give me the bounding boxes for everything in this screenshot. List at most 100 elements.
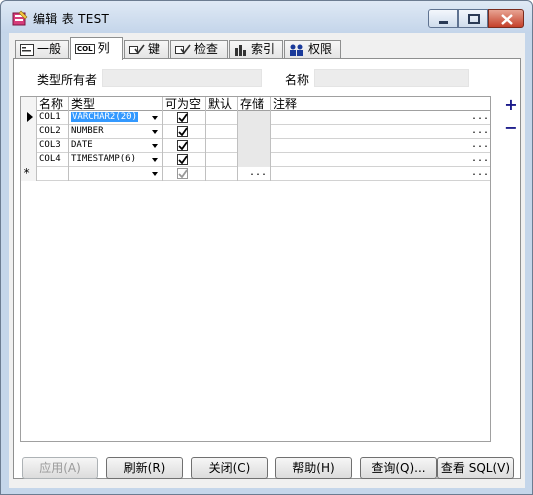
tab-general[interactable]: 一般 — [15, 40, 69, 59]
checkmark-icon — [178, 113, 188, 123]
table-row[interactable]: COL2 NUMBER ... — [21, 125, 490, 139]
type-text: NUMBER — [71, 126, 104, 136]
privileges-icon — [290, 44, 303, 56]
editor-window: 编辑 表 TEST 一般 COL 列 键 检查 索引 权限 类型所有者 名称 名… — [0, 0, 533, 495]
help-button[interactable]: 帮助(H) — [275, 457, 352, 479]
query-button[interactable]: 查询(Q)... — [360, 457, 437, 479]
tab-columns[interactable]: COL 列 — [70, 37, 123, 60]
table-row[interactable]: COL1 VARCHAR2(20) ... — [21, 111, 490, 125]
view-sql-button[interactable]: 查看 SQL(V) — [437, 457, 514, 479]
arrow-right-icon — [27, 112, 33, 122]
dropdown-arrow-icon[interactable] — [152, 144, 158, 148]
cell-comment[interactable]: ... — [271, 153, 490, 167]
maximize-icon — [468, 14, 480, 24]
comment-edit-button[interactable]: ... — [471, 167, 489, 179]
cell-default[interactable] — [206, 125, 238, 139]
apply-button[interactable]: 应用(A) — [22, 457, 98, 479]
new-table-row[interactable]: * ... ... — [21, 167, 490, 181]
cell-nullable[interactable] — [163, 167, 206, 181]
cell-name[interactable]: COL1 — [37, 111, 69, 125]
comment-edit-button[interactable]: ... — [471, 111, 489, 123]
checkmark-icon — [178, 141, 188, 151]
selected-type-text: VARCHAR2(20) — [71, 112, 139, 122]
storage-edit-button[interactable]: ... — [249, 167, 267, 179]
cell-comment[interactable]: ... — [271, 139, 490, 153]
type-text: DATE — [71, 140, 93, 150]
row-header — [21, 139, 37, 153]
comment-edit-button[interactable]: ... — [471, 153, 489, 165]
header-name[interactable]: 名称 — [37, 97, 69, 111]
name-label: 名称 — [285, 73, 310, 87]
add-column-button[interactable]: + — [504, 97, 518, 113]
cell-storage[interactable]: ... — [238, 167, 271, 181]
owner-field[interactable] — [102, 69, 262, 87]
row-header — [21, 125, 37, 139]
columns-grid[interactable]: 名称 类型 可为空 默认 存储 注释 COL1 VARCHAR2(20) ...… — [20, 96, 491, 442]
nullable-checkbox[interactable] — [177, 154, 188, 165]
cell-default[interactable] — [206, 139, 238, 153]
header-nullable[interactable]: 可为空 — [163, 97, 206, 111]
close-window-button[interactable] — [488, 9, 524, 28]
table-row[interactable]: COL4 TIMESTAMP(6) ... — [21, 153, 490, 167]
dropdown-arrow-icon[interactable] — [152, 116, 158, 120]
cell-nullable[interactable] — [163, 125, 206, 139]
cell-nullable[interactable] — [163, 139, 206, 153]
cell-nullable[interactable] — [163, 111, 206, 125]
general-icon — [20, 43, 34, 56]
name-field[interactable] — [314, 69, 469, 87]
cell-storage[interactable] — [238, 153, 271, 167]
dropdown-arrow-icon[interactable] — [152, 172, 158, 176]
row-header-corner — [21, 97, 37, 111]
cell-type[interactable]: TIMESTAMP(6) — [69, 153, 163, 167]
grid-header: 名称 类型 可为空 默认 存储 注释 — [21, 97, 490, 111]
close-button[interactable]: 关闭(C) — [191, 457, 268, 479]
comment-edit-button[interactable]: ... — [471, 139, 489, 151]
cell-comment[interactable]: ... — [271, 125, 490, 139]
cell-default[interactable] — [206, 167, 238, 181]
title-bar[interactable]: 编辑 表 TEST — [1, 1, 532, 33]
tab-privileges[interactable]: 权限 — [284, 40, 341, 59]
tab-keys[interactable]: 键 — [124, 40, 169, 59]
header-default[interactable]: 默认 — [206, 97, 238, 111]
dialog-body: 一般 COL 列 键 检查 索引 权限 类型所有者 名称 名称 类型 可为空 默… — [9, 33, 525, 488]
dropdown-arrow-icon[interactable] — [152, 130, 158, 134]
cell-name[interactable]: COL2 — [37, 125, 69, 139]
minimize-button[interactable] — [428, 9, 458, 28]
header-comment[interactable]: 注释 — [271, 97, 490, 111]
header-storage[interactable]: 存储 — [238, 97, 271, 111]
cell-storage[interactable] — [238, 125, 271, 139]
cell-type[interactable]: NUMBER — [69, 125, 163, 139]
nullable-checkbox[interactable] — [177, 126, 188, 137]
current-row-indicator — [21, 111, 37, 125]
cell-name[interactable]: COL4 — [37, 153, 69, 167]
tab-checks[interactable]: 检查 — [170, 40, 228, 59]
refresh-button[interactable]: 刷新(R) — [106, 457, 183, 479]
cell-type[interactable] — [69, 167, 163, 181]
nullable-checkbox[interactable] — [177, 112, 188, 123]
dropdown-arrow-icon[interactable] — [152, 158, 158, 162]
nullable-checkbox[interactable] — [177, 168, 188, 179]
maximize-button[interactable] — [458, 9, 488, 28]
cell-default[interactable] — [206, 111, 238, 125]
comment-edit-button[interactable]: ... — [471, 125, 489, 137]
cell-default[interactable] — [206, 153, 238, 167]
cell-type[interactable]: VARCHAR2(20) — [69, 111, 163, 125]
table-row[interactable]: COL3 DATE ... — [21, 139, 490, 153]
nullable-checkbox[interactable] — [177, 140, 188, 151]
checkmark-icon — [178, 169, 188, 179]
cell-nullable[interactable] — [163, 153, 206, 167]
cell-name[interactable] — [37, 167, 69, 181]
header-type[interactable]: 类型 — [69, 97, 163, 111]
cell-name[interactable]: COL3 — [37, 139, 69, 153]
type-text: TIMESTAMP(6) — [71, 154, 137, 164]
remove-column-button[interactable]: − — [504, 120, 518, 136]
check-icon — [175, 44, 191, 54]
cell-storage[interactable] — [238, 111, 271, 125]
tab-indexes[interactable]: 索引 — [229, 40, 283, 59]
cell-storage[interactable] — [238, 139, 271, 153]
cell-comment[interactable]: ... — [271, 167, 490, 181]
cell-type[interactable]: DATE — [69, 139, 163, 153]
cell-comment[interactable]: ... — [271, 111, 490, 125]
minimize-icon — [439, 21, 448, 24]
column-icon: COL — [75, 43, 95, 54]
